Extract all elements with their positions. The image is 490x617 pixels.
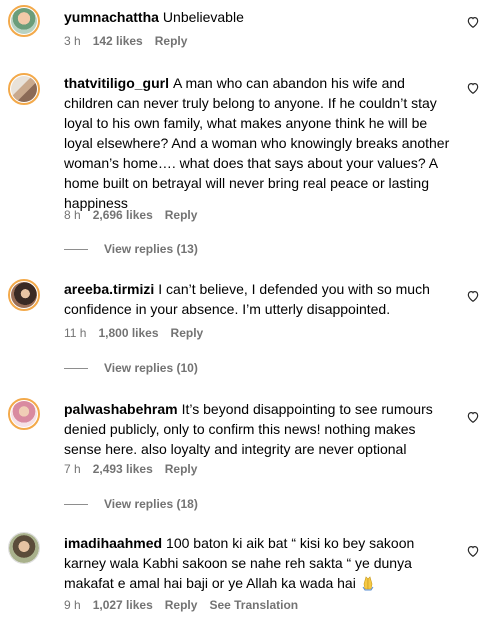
comment-likes[interactable]: 2,493 likes xyxy=(93,462,153,476)
comment-text: areeba.tirmizi I can’t believe, I defende… xyxy=(64,279,456,319)
comment-time: 11 h xyxy=(64,326,87,340)
reply-button[interactable]: Reply xyxy=(165,598,198,612)
comment-meta: 7 h 2,493 likes Reply xyxy=(64,462,197,476)
view-replies-button[interactable]: View replies (13) xyxy=(64,242,198,256)
comment-meta: 3 h 142 likes Reply xyxy=(64,34,187,48)
comment-time: 8 h xyxy=(64,208,81,222)
heart-outline-icon[interactable] xyxy=(466,15,480,29)
avatar[interactable] xyxy=(8,398,40,430)
heart-outline-icon[interactable] xyxy=(466,410,480,424)
comment-text: palwashabehram It’s beyond disappointing … xyxy=(64,399,456,459)
comment-time: 3 h xyxy=(64,34,81,48)
comment-meta: 9 h 1,027 likes Reply See Translation xyxy=(64,598,298,612)
view-replies-button[interactable]: View replies (10) xyxy=(64,361,198,375)
reply-button[interactable]: Reply xyxy=(165,462,198,476)
replies-divider xyxy=(64,367,88,369)
avatar[interactable] xyxy=(8,532,40,564)
comment-body: Unbelievable xyxy=(162,9,244,25)
comment-username[interactable]: thatvitiligo_gurl xyxy=(64,75,169,91)
reply-button[interactable]: Reply xyxy=(171,326,204,340)
heart-outline-icon[interactable] xyxy=(466,81,480,95)
comment-time: 7 h xyxy=(64,462,81,476)
comment-username[interactable]: imadihaahmed xyxy=(64,535,162,551)
avatar[interactable] xyxy=(8,279,40,311)
heart-outline-icon[interactable] xyxy=(466,544,480,558)
avatar[interactable] xyxy=(8,5,40,37)
comment-meta: 8 h 2,696 likes Reply xyxy=(64,208,197,222)
comment-username[interactable]: areeba.tirmizi xyxy=(64,281,154,297)
comment-time: 9 h xyxy=(64,598,81,612)
view-replies-label: View replies (13) xyxy=(104,242,198,256)
comment-text: yumnachattha Unbelievable xyxy=(64,7,456,27)
comment-username[interactable]: palwashabehram xyxy=(64,401,178,417)
see-translation-button[interactable]: See Translation xyxy=(209,598,298,612)
comment-likes[interactable]: 1,027 likes xyxy=(93,598,153,612)
comment-likes[interactable]: 1,800 likes xyxy=(98,326,158,340)
view-replies-label: View replies (18) xyxy=(104,497,198,511)
avatar[interactable] xyxy=(8,73,40,105)
replies-divider xyxy=(64,248,88,250)
view-replies-button[interactable]: View replies (18) xyxy=(64,497,198,511)
replies-divider xyxy=(64,503,88,505)
reply-button[interactable]: Reply xyxy=(155,34,188,48)
comment-meta: 11 h 1,800 likes Reply xyxy=(64,326,203,340)
comment-likes[interactable]: 142 likes xyxy=(93,34,143,48)
comment-text: thatvitiligo_gurl A man who can abandon h… xyxy=(64,73,456,213)
comment-likes[interactable]: 2,696 likes xyxy=(93,208,153,222)
view-replies-label: View replies (10) xyxy=(104,361,198,375)
comment-text: imadihaahmed 100 baton ki aik bat “ kisi … xyxy=(64,533,456,593)
comment-body: A man who can abandon his wife and child… xyxy=(64,75,450,211)
heart-outline-icon[interactable] xyxy=(466,289,480,303)
pray-emoji-icon xyxy=(362,576,374,591)
reply-button[interactable]: Reply xyxy=(165,208,198,222)
comment-username[interactable]: yumnachattha xyxy=(64,9,159,25)
